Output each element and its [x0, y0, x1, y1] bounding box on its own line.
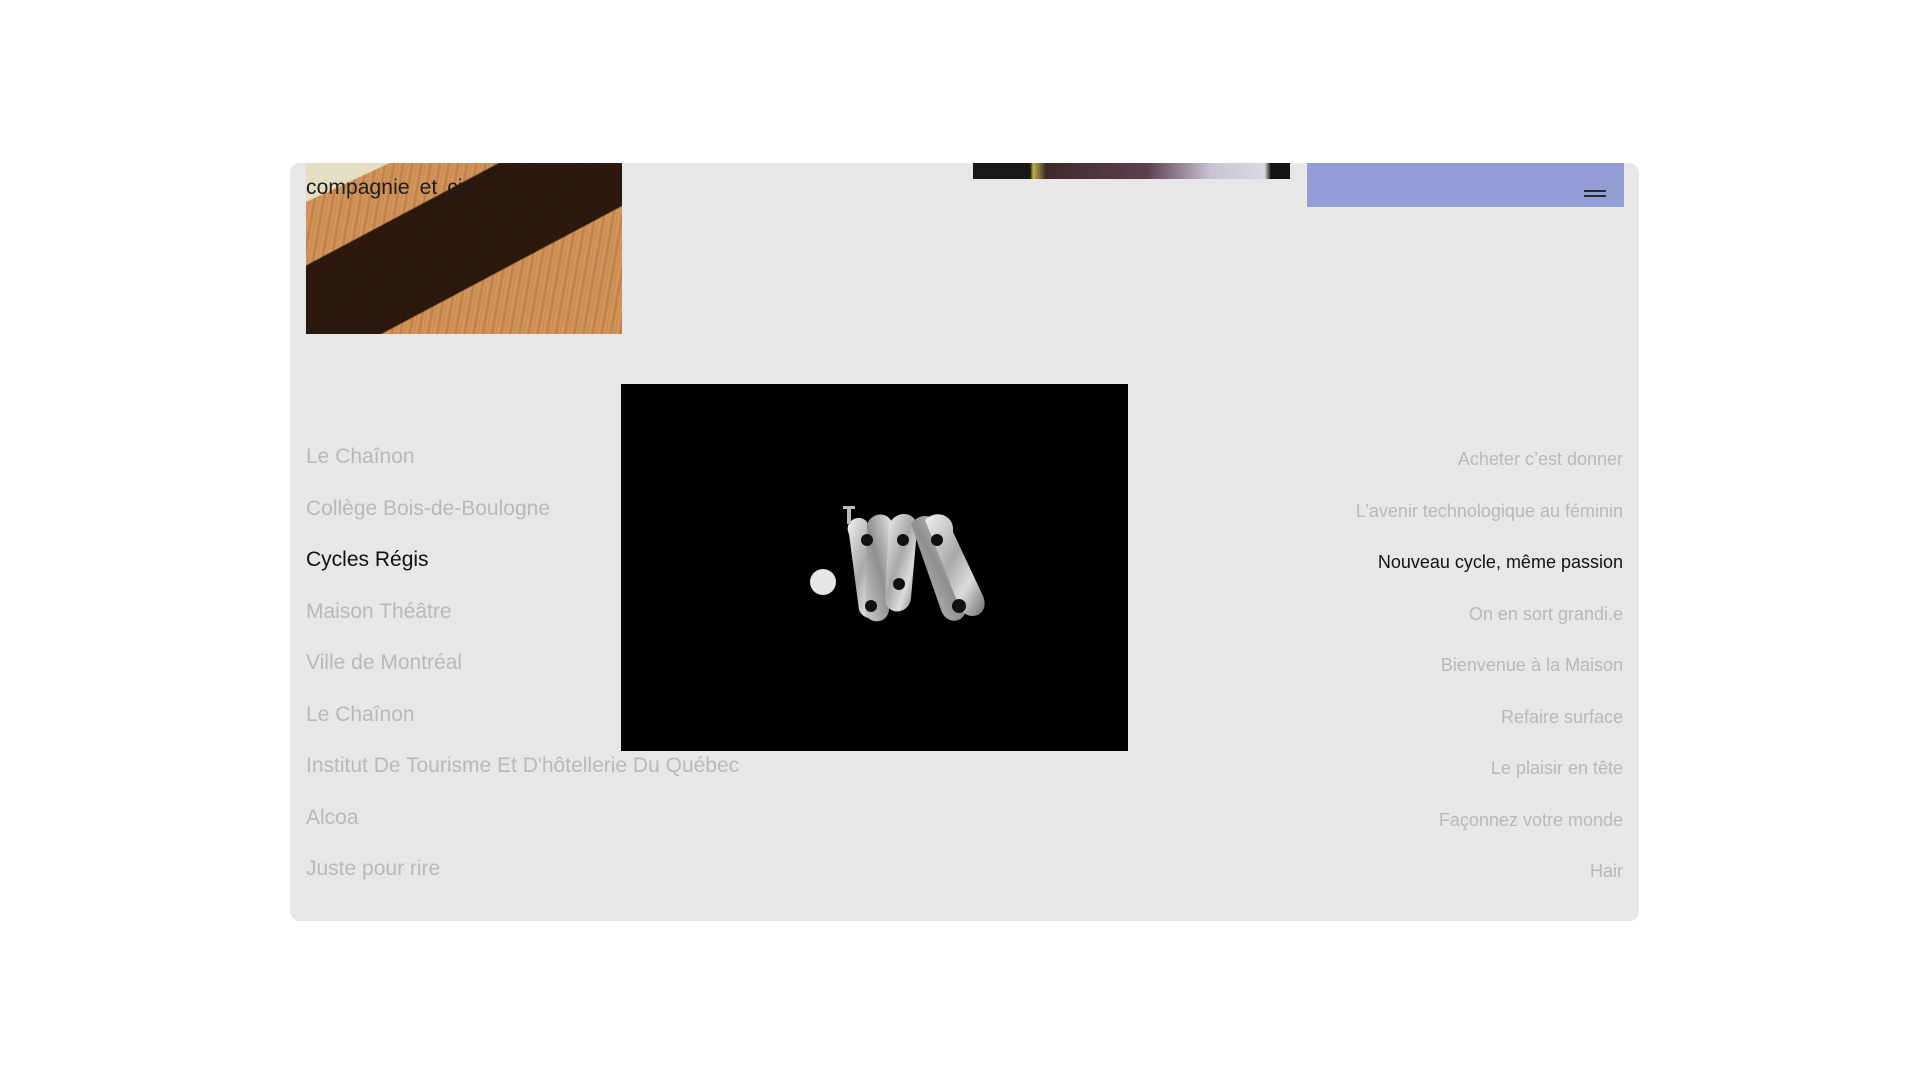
- project-client-item[interactable]: Juste pour rire: [306, 857, 739, 909]
- project-thumbnail-dark[interactable]: [973, 163, 1290, 179]
- brand-logo[interactable]: compagnie et cie: [306, 176, 474, 200]
- project-client-item[interactable]: Alcoa: [306, 806, 739, 858]
- project-title-item[interactable]: Façonnez votre monde: [1356, 806, 1623, 858]
- page-frame: compagnie et cie Le Chaînon Collège Bois-…: [290, 163, 1639, 921]
- hamburger-menu-button[interactable]: [1583, 189, 1607, 199]
- project-title-item[interactable]: Refaire surface: [1356, 703, 1623, 755]
- project-thumbnail-blue[interactable]: [1307, 163, 1624, 207]
- menu-line-icon: [1584, 190, 1606, 192]
- project-title-item[interactable]: Acheter c’est donner: [1356, 445, 1623, 497]
- project-title-item[interactable]: On en sort grandi.e: [1356, 600, 1623, 652]
- project-title-item[interactable]: Hair: [1356, 857, 1623, 909]
- project-title-item[interactable]: Nouveau cycle, même passion: [1356, 548, 1623, 600]
- menu-line-icon: [1584, 195, 1606, 197]
- project-title-list: Acheter c’est donner L’avenir technologiq…: [1356, 445, 1623, 909]
- project-title-item[interactable]: Le plaisir en tête: [1356, 754, 1623, 806]
- project-title-item[interactable]: L’avenir technologique au féminin: [1356, 497, 1623, 549]
- project-preview-image[interactable]: [621, 384, 1128, 751]
- project-title-item[interactable]: Bienvenue à la Maison: [1356, 651, 1623, 703]
- project-client-item[interactable]: Institut De Tourisme Et D'hôtellerie Du …: [306, 754, 739, 806]
- bike-chain-m-icon: [810, 506, 985, 622]
